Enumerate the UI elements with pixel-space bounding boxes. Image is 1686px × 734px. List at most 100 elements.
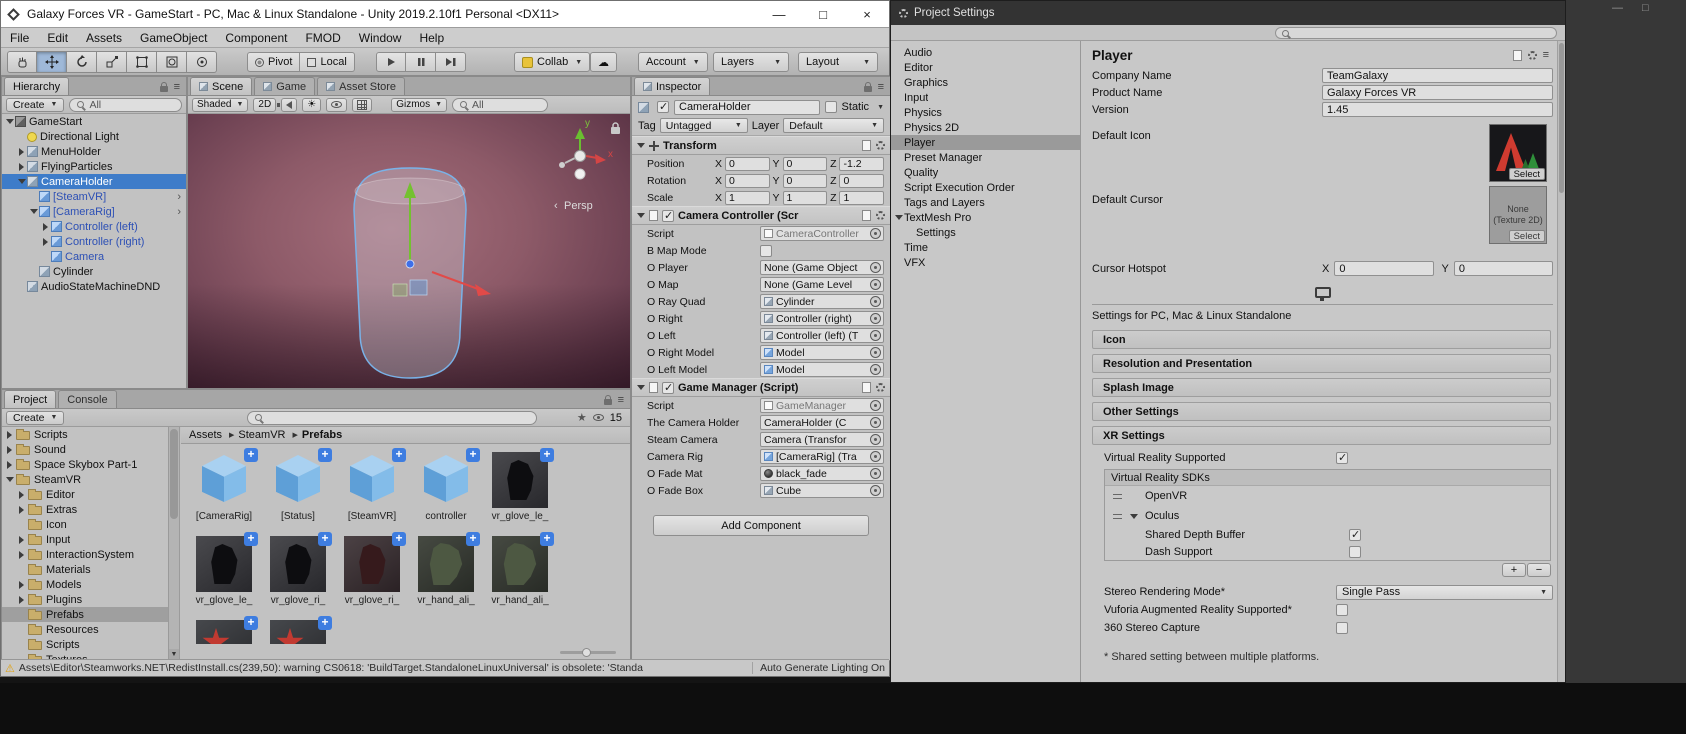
scale-tool-button[interactable] [97, 51, 127, 73]
folder-row[interactable]: Icon [2, 517, 179, 532]
expand-arrow-icon[interactable] [17, 179, 26, 184]
project-settings-title-bar[interactable]: Project Settings [891, 1, 1565, 25]
reference-icon[interactable] [862, 210, 871, 221]
game-manager-header[interactable]: Game Manager (Script) [632, 378, 890, 397]
layers-dropdown[interactable]: Layers ▼ [713, 52, 789, 72]
asset-item[interactable]: + vr_glove_le_ [489, 448, 554, 522]
settings-category-row[interactable]: Physics 2D [891, 120, 1080, 135]
folder-row[interactable]: Space Skybox Part-1 [2, 457, 179, 472]
settings-category-row[interactable]: TextMesh Pro [891, 210, 1080, 225]
settings-category-row[interactable]: Quality [891, 165, 1080, 180]
transform-component-header[interactable]: Transform [632, 136, 890, 155]
company-name-field[interactable]: TeamGalaxy [1322, 68, 1553, 83]
folder-row[interactable]: Resources [2, 622, 179, 637]
lock-icon[interactable] [863, 82, 872, 92]
settings-section-header[interactable]: Icon [1092, 330, 1551, 349]
object-field[interactable]: None (Game Object [760, 260, 884, 275]
asset-item[interactable]: + vr_hand_ali_ [489, 532, 554, 606]
object-field[interactable]: Camera (Transfor [760, 432, 884, 447]
default-cursor-preview[interactable]: None (Texture 2D) Select [1489, 186, 1547, 244]
tab-project[interactable]: Project [4, 390, 57, 408]
object-picker-icon[interactable] [870, 364, 881, 375]
shaded-dropdown[interactable]: Shaded ▼ [192, 97, 249, 112]
asset-item[interactable]: + [SteamVR] [341, 448, 406, 522]
foldout-icon[interactable] [637, 143, 645, 148]
hierarchy-row[interactable]: CameraHolder › [2, 174, 186, 189]
folder-row[interactable]: Scripts [2, 637, 179, 652]
object-field[interactable]: Model [760, 345, 884, 360]
object-picker-icon[interactable] [870, 296, 881, 307]
folder-row[interactable]: InteractionSystem [2, 547, 179, 562]
create-dropdown[interactable]: Create ▼ [6, 410, 65, 425]
tab-asset-store[interactable]: Asset Store [317, 77, 406, 95]
foldout-icon[interactable] [637, 213, 645, 218]
layout-dropdown[interactable]: Layout ▼ [798, 52, 878, 72]
scale-x-field[interactable]: 1 [725, 190, 770, 205]
add-component-button[interactable]: Add Component [653, 515, 869, 536]
tag-dropdown[interactable]: Untagged ▼ [659, 118, 748, 133]
static-checkbox[interactable] [824, 101, 837, 113]
folder-row[interactable]: Plugins [2, 592, 179, 607]
breadcrumb-steamvr[interactable]: SteamVR [238, 429, 285, 441]
tab-hierarchy[interactable]: Hierarchy [4, 77, 70, 95]
scene-viewport[interactable]: y x ‹ Persp [188, 114, 630, 388]
custom-tool-button[interactable] [187, 51, 217, 73]
hierarchy-search-input[interactable]: All [69, 97, 182, 112]
settings-category-row[interactable]: Graphics [891, 75, 1080, 90]
rect-tool-button[interactable] [127, 51, 157, 73]
collab-dropdown[interactable]: Collab ▼ [514, 52, 591, 72]
hierarchy-row[interactable]: [SteamVR] › [2, 189, 186, 204]
breadcrumb-assets[interactable]: Assets [189, 429, 222, 441]
vr-supported-checkbox[interactable] [1336, 451, 1348, 464]
object-field[interactable]: GameManager [760, 398, 884, 413]
rotation-x-field[interactable]: 0 [725, 173, 770, 188]
title-bar[interactable]: Galaxy Forces VR - GameStart - PC, Mac &… [1, 1, 889, 28]
hierarchy-row[interactable]: Cylinder › [2, 264, 186, 279]
scene-visibility-button[interactable] [326, 97, 348, 112]
select-cursor-button[interactable]: Select [1508, 230, 1545, 242]
scene-grid-button[interactable] [352, 97, 373, 112]
rotate-tool-button[interactable] [67, 51, 97, 73]
object-picker-icon[interactable] [870, 313, 881, 324]
object-field[interactable]: black_fade [760, 466, 884, 481]
expand-arrow-icon[interactable] [19, 147, 24, 156]
settings-section-header[interactable]: Other Settings [1092, 402, 1551, 421]
foldout-icon[interactable] [637, 385, 645, 390]
position-z-field[interactable]: -1.2 [839, 156, 884, 171]
prefab-chevron-icon[interactable]: › [177, 191, 183, 203]
hierarchy-row[interactable]: GameStart › [2, 114, 186, 129]
expand-arrow-icon[interactable] [43, 222, 48, 231]
folder-row[interactable]: SteamVR [2, 472, 179, 487]
step-button[interactable] [436, 52, 466, 72]
folder-row[interactable]: Editor [2, 487, 179, 502]
menu-item[interactable]: Edit [38, 31, 77, 45]
hidden-icon[interactable] [592, 414, 604, 421]
gizmos-dropdown[interactable]: Gizmos ▼ [391, 97, 448, 112]
sdk-row-oculus[interactable]: Oculus [1105, 506, 1550, 526]
static-dropdown-icon[interactable]: ▼ [877, 104, 884, 111]
active-checkbox[interactable] [657, 100, 669, 113]
settings-category-row[interactable]: Physics [891, 105, 1080, 120]
auto-generate-lighting-button[interactable]: Auto Generate Lighting On [752, 662, 885, 674]
object-field[interactable]: CameraController [760, 226, 884, 241]
expand-arrow-icon[interactable] [5, 119, 14, 124]
reference-icon[interactable] [862, 382, 871, 393]
remove-sdk-button[interactable]: − [1527, 563, 1551, 577]
folder-row[interactable]: Sound [2, 442, 179, 457]
object-field[interactable]: Cylinder [760, 294, 884, 309]
hierarchy-row[interactable]: Camera › [2, 249, 186, 264]
lock-icon[interactable] [603, 395, 612, 405]
panel-menu-icon[interactable]: ≡ [878, 81, 884, 93]
stereo-rendering-dropdown[interactable]: Single Pass ▼ [1336, 584, 1553, 600]
settings-category-row[interactable]: VFX [891, 255, 1080, 270]
tab-inspector[interactable]: Inspector [634, 77, 711, 95]
object-picker-icon[interactable] [870, 451, 881, 462]
default-icon-preview[interactable]: Select [1489, 124, 1547, 182]
presets-icon[interactable] [1512, 49, 1522, 61]
close-button[interactable]: × [845, 1, 889, 27]
standalone-platform-icon[interactable] [1314, 287, 1331, 301]
menu-icon[interactable]: ≡ [1543, 49, 1549, 61]
maximize-button[interactable]: □ [801, 1, 845, 27]
menu-item[interactable]: Window [350, 31, 411, 45]
component-enabled-checkbox[interactable] [662, 209, 674, 222]
